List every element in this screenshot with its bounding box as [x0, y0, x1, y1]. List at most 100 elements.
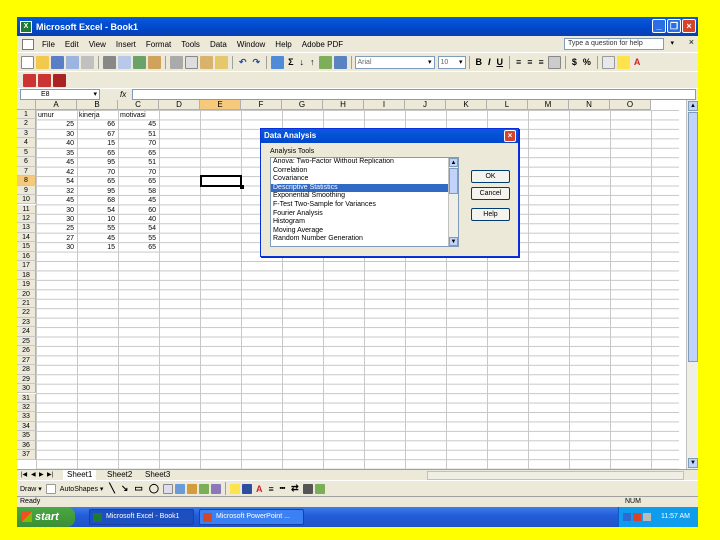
table-cell[interactable]: 58	[118, 187, 156, 196]
row-header-27[interactable]: 27	[17, 355, 36, 366]
hyperlink-icon[interactable]	[271, 55, 285, 69]
column-header-n[interactable]: N	[569, 100, 610, 110]
prev-sheet-icon[interactable]: ◀	[31, 470, 36, 480]
list-scroll-up-icon[interactable]: ▲	[449, 158, 458, 167]
table-cell[interactable]: 45	[118, 120, 156, 129]
row-header-23[interactable]: 23	[17, 317, 36, 328]
email-icon[interactable]	[81, 55, 94, 69]
network-icon[interactable]	[623, 513, 631, 521]
fill-color-draw-icon[interactable]	[229, 483, 240, 494]
underline-button[interactable]: U	[497, 57, 504, 67]
research-icon[interactable]	[148, 55, 161, 69]
table-cell[interactable]: 51	[118, 130, 156, 139]
table-cell[interactable]: 54	[36, 177, 74, 186]
column-header-f[interactable]: F	[241, 100, 282, 110]
help-button[interactable]: Help	[471, 208, 510, 221]
borders-icon[interactable]	[601, 55, 615, 69]
analysis-tool-item[interactable]: Correlation	[271, 167, 458, 176]
menu-format[interactable]: Format	[141, 40, 176, 49]
font-color-icon[interactable]: A	[634, 57, 641, 67]
new-icon[interactable]	[21, 55, 34, 69]
table-cell[interactable]: 25	[36, 224, 74, 233]
menu-adobe-pdf[interactable]: Adobe PDF	[297, 40, 348, 49]
picture-icon[interactable]	[210, 483, 221, 494]
row-header-31[interactable]: 31	[17, 393, 36, 403]
analysis-tool-item[interactable]: Exponential Smoothing	[271, 192, 458, 201]
table-cell[interactable]: 42	[36, 168, 74, 177]
function-icon[interactable]: fx	[120, 90, 126, 99]
print-preview-icon[interactable]	[118, 55, 131, 69]
menu-help[interactable]: Help	[270, 40, 296, 49]
scroll-down-icon[interactable]: ▼	[688, 458, 698, 468]
row-header-21[interactable]: 21	[17, 299, 36, 309]
dash-style-icon[interactable]: ┅	[280, 483, 285, 494]
permission-icon[interactable]	[66, 55, 79, 69]
row-header-28[interactable]: 28	[17, 365, 36, 375]
volume-icon[interactable]	[643, 513, 651, 521]
cancel-button[interactable]: Cancel	[471, 187, 510, 200]
convert-pdf-icon[interactable]	[23, 73, 36, 87]
taskbar-item-powerpoint[interactable]: Microsoft PowerPoint ...	[199, 509, 304, 525]
row-header-13[interactable]: 13	[17, 223, 36, 233]
row-header-35[interactable]: 35	[17, 431, 36, 441]
row-header-19[interactable]: 19	[17, 280, 36, 290]
help-search-input[interactable]: Type a question for help	[564, 38, 664, 50]
sheet-tab-sheet3[interactable]: Sheet3	[141, 470, 174, 480]
line-icon[interactable]: ╲	[109, 483, 114, 494]
scroll-up-icon[interactable]: ▲	[688, 101, 698, 111]
maximize-button[interactable]: ❐	[667, 19, 681, 33]
arrow-icon[interactable]: ↘	[121, 483, 129, 494]
formula-input[interactable]	[132, 89, 696, 100]
column-header-b[interactable]: B	[77, 100, 118, 110]
currency-button[interactable]: $	[572, 57, 577, 67]
menu-window[interactable]: Window	[232, 40, 270, 49]
close-button[interactable]: ×	[682, 19, 696, 33]
analysis-tool-item[interactable]: F-Test Two-Sample for Variances	[271, 201, 458, 210]
chart-wizard-icon[interactable]	[318, 55, 332, 69]
column-header-h[interactable]: H	[323, 100, 364, 110]
dialog-close-icon[interactable]: ×	[504, 130, 516, 142]
column-header-j[interactable]: J	[405, 100, 446, 110]
column-header-d[interactable]: D	[159, 100, 200, 110]
row-header-4[interactable]: 4	[17, 138, 36, 148]
draw-menu[interactable]: Draw ▾	[20, 485, 42, 493]
menu-data[interactable]: Data	[205, 40, 232, 49]
menu-edit[interactable]: Edit	[60, 40, 84, 49]
table-cell[interactable]: 95	[77, 158, 115, 167]
menu-file[interactable]: File	[37, 40, 60, 49]
analysis-tool-item[interactable]: Random Number Generation	[271, 235, 458, 244]
row-header-11[interactable]: 11	[17, 204, 36, 214]
autosum-icon[interactable]: Σ	[288, 57, 293, 67]
column-header-m[interactable]: M	[528, 100, 569, 110]
format-painter-icon[interactable]	[215, 55, 228, 69]
table-cell[interactable]: 70	[77, 168, 115, 177]
analysis-tool-item[interactable]: Fourier Analysis	[271, 210, 458, 219]
sheet-tab-sheet1[interactable]: Sheet1	[63, 470, 97, 480]
clipart-icon[interactable]	[198, 483, 209, 494]
list-scroll-thumb[interactable]	[449, 168, 458, 194]
row-header-34[interactable]: 34	[17, 421, 36, 432]
column-header-g[interactable]: G	[282, 100, 323, 110]
column-header-i[interactable]: I	[364, 100, 405, 110]
sort-ascending-icon[interactable]: ↓	[300, 57, 305, 67]
row-header-10[interactable]: 10	[17, 195, 36, 205]
horizontal-scrollbar[interactable]	[427, 471, 684, 480]
column-header-e[interactable]: E	[200, 100, 241, 110]
row-header-5[interactable]: 5	[17, 147, 36, 158]
row-header-26[interactable]: 26	[17, 346, 36, 356]
sort-descending-icon[interactable]: ↑	[310, 57, 315, 67]
table-cell[interactable]: 45	[77, 234, 115, 243]
row-header-8[interactable]: 8	[17, 176, 36, 186]
analysis-tool-item[interactable]: Descriptive Statistics	[271, 183, 458, 193]
line-style-icon[interactable]: ≡	[268, 484, 273, 494]
column-header-o[interactable]: O	[610, 100, 651, 110]
document-close-button[interactable]: ×	[689, 37, 694, 47]
cut-icon[interactable]	[170, 55, 183, 69]
document-icon[interactable]	[22, 38, 34, 50]
row-header-17[interactable]: 17	[17, 261, 36, 271]
table-cell[interactable]: 27	[36, 234, 74, 243]
table-cell[interactable]: 40	[36, 139, 74, 148]
column-header-c[interactable]: C	[118, 100, 159, 110]
row-header-20[interactable]: 20	[17, 289, 36, 299]
paste-icon[interactable]	[200, 55, 213, 69]
